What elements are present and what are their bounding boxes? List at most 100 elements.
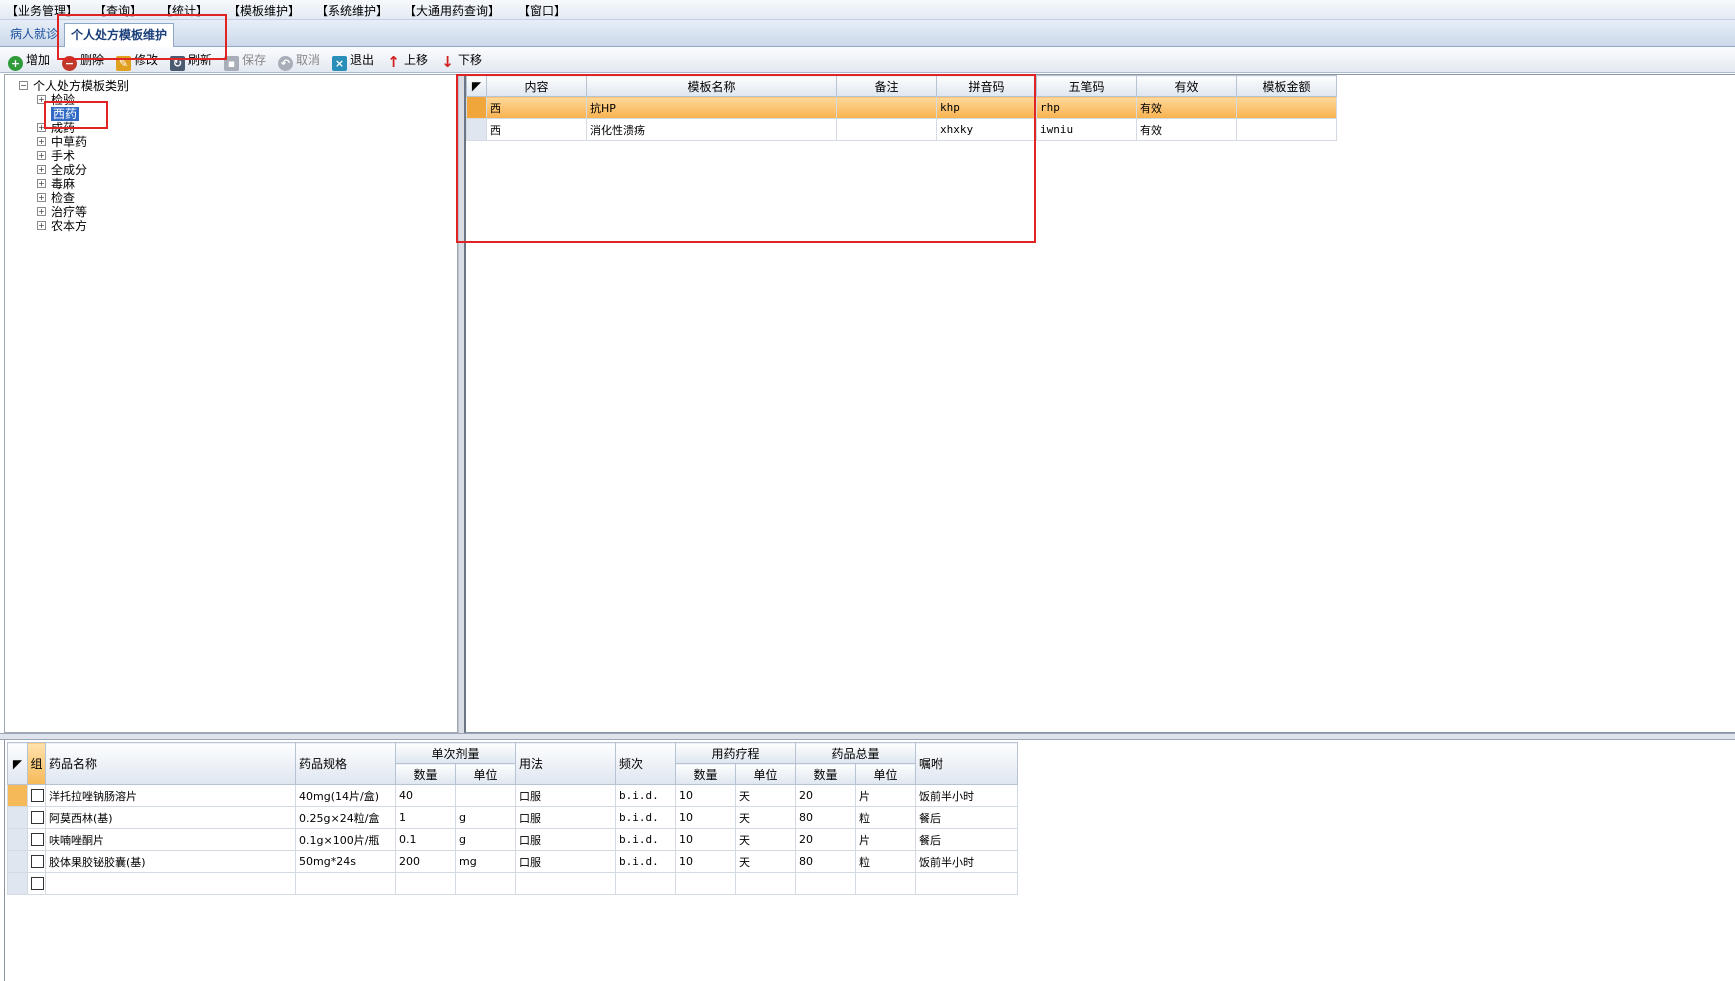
col-content[interactable]: 内容: [486, 75, 587, 97]
col-total[interactable]: 药品总量: [795, 742, 917, 764]
expand-icon[interactable]: +: [37, 165, 46, 174]
row-indicator[interactable]: [7, 872, 28, 895]
move-down-button[interactable]: ↓ 下移: [440, 51, 482, 71]
col-frequency[interactable]: 频次: [615, 742, 677, 785]
col-wubi[interactable]: 五笔码: [1036, 75, 1137, 97]
row-indicator[interactable]: [7, 784, 28, 807]
col-total-unit[interactable]: 单位: [855, 763, 917, 785]
arrow-up-icon: ↑: [387, 53, 400, 71]
drug-grid-panel: ◤ 组 药品名称 药品规格 单次剂量 用法 频次 用药疗程 药品总量 嘱咐 数量…: [4, 740, 1735, 981]
col-group[interactable]: 组: [27, 742, 46, 785]
table-row[interactable]: 洋托拉唑钠肠溶片 40mg(14片/盒) 40 口服 b.i.d. 10 天 2…: [7, 784, 1019, 807]
tree-item-lab[interactable]: 检验: [51, 93, 75, 107]
group-checkbox[interactable]: [27, 850, 46, 873]
expand-icon[interactable]: +: [37, 221, 46, 230]
tree-root[interactable]: 个人处方模板类别: [33, 79, 129, 93]
tree-item-western-medicine[interactable]: 西药: [51, 107, 80, 121]
menu-business[interactable]: 【业务管理】: [6, 2, 78, 19]
expand-icon[interactable]: +: [37, 207, 46, 216]
expand-icon[interactable]: +: [37, 123, 46, 132]
col-dose-unit[interactable]: 单位: [454, 763, 517, 785]
tab-personal-prescription-template[interactable]: 个人处方模板维护: [64, 23, 175, 47]
horizontal-splitter[interactable]: [0, 733, 1735, 740]
tree-item-nongben[interactable]: 农本方: [51, 219, 87, 233]
delete-icon: −: [62, 56, 77, 71]
row-indicator[interactable]: [466, 118, 487, 141]
col-drug-name[interactable]: 药品名称: [45, 742, 296, 785]
col-course-qty[interactable]: 数量: [675, 763, 737, 785]
tree-item-narcotics[interactable]: 毒麻: [51, 177, 75, 191]
col-single-dose[interactable]: 单次剂量: [394, 742, 517, 764]
grid-corner[interactable]: ◤: [466, 75, 487, 97]
arrow-down-icon: ↓: [441, 53, 454, 71]
row-indicator[interactable]: [466, 96, 487, 119]
move-up-button[interactable]: ↑ 上移: [386, 51, 428, 71]
row-indicator[interactable]: [7, 828, 28, 851]
save-button[interactable]: ▪ 保存: [224, 51, 266, 71]
group-checkbox[interactable]: [27, 828, 46, 851]
exit-icon: ×: [332, 56, 347, 71]
menu-bar: 【业务管理】 【查询】 【统计】 【模板维护】 【系统维护】 【大通用药查询】 …: [0, 0, 1735, 20]
table-row[interactable]: 西 消化性溃疡 xhxky iwniu 有效: [466, 118, 1337, 141]
col-usage[interactable]: 用法: [515, 742, 617, 785]
menu-template-maintenance[interactable]: 【模板维护】: [228, 2, 300, 19]
expand-icon[interactable]: +: [37, 151, 46, 160]
table-row[interactable]: 呋喃唑酮片 0.1g×100片/瓶 0.1 g 口服 b.i.d. 10 天 2…: [7, 828, 1019, 851]
toolbar: + 增加 − 删除 ✎ 修改 ↻ 刷新 ▪ 保存 ↶ 取消 × 退出 ↑ 上移 ↓ 下移: [0, 47, 1735, 73]
group-checkbox[interactable]: [27, 784, 46, 807]
delete-button[interactable]: − 删除: [62, 51, 104, 71]
expand-icon[interactable]: +: [37, 179, 46, 188]
menu-system-maintenance[interactable]: 【系统维护】: [316, 2, 388, 19]
menu-window[interactable]: 【窗口】: [518, 2, 566, 19]
category-tree-panel: − 个人处方模板类别 + 检验 西药 + 成药 + 中草药 + 手术 + 全成分…: [4, 74, 458, 733]
grid-corner[interactable]: ◤: [7, 742, 28, 785]
table-row[interactable]: 西 抗HP khp rhp 有效: [466, 96, 1337, 119]
edit-icon: ✎: [116, 56, 131, 71]
row-indicator[interactable]: [7, 806, 28, 829]
col-remark[interactable]: 备注: [836, 75, 937, 97]
drug-grid: ◤ 组 药品名称 药品规格 单次剂量 用法 频次 用药疗程 药品总量 嘱咐 数量…: [7, 742, 1019, 895]
tab-patient-visit[interactable]: 病人就诊: [4, 23, 64, 45]
tree-item-treatment[interactable]: 治疗等: [51, 205, 87, 219]
table-row-new[interactable]: [7, 872, 1019, 895]
exit-button[interactable]: × 退出: [332, 51, 374, 71]
col-amount[interactable]: 模板金额: [1236, 75, 1337, 97]
tree-item-patent-medicine[interactable]: 成药: [51, 121, 75, 135]
group-checkbox[interactable]: [27, 872, 46, 895]
expand-icon[interactable]: +: [37, 137, 46, 146]
add-button[interactable]: + 增加: [8, 51, 50, 71]
save-icon: ▪: [224, 56, 239, 71]
row-indicator[interactable]: [7, 850, 28, 873]
refresh-icon: ↻: [170, 56, 185, 71]
template-grid-panel: ◤ 内容 模板名称 备注 拼音码 五笔码 有效 模板金额 西 抗HP khp r…: [464, 74, 1735, 733]
cancel-button[interactable]: ↶ 取消: [278, 51, 320, 71]
template-grid: ◤ 内容 模板名称 备注 拼音码 五笔码 有效 模板金额 西 抗HP khp r…: [466, 75, 1337, 141]
menu-drug-query[interactable]: 【大通用药查询】: [404, 2, 500, 19]
tree-item-surgery[interactable]: 手术: [51, 149, 75, 163]
expand-icon[interactable]: +: [37, 193, 46, 202]
col-drug-spec[interactable]: 药品规格: [295, 742, 396, 785]
collapse-icon[interactable]: −: [19, 81, 28, 90]
table-row[interactable]: 阿莫西林(基) 0.25g×24粒/盒 1 g 口服 b.i.d. 10 天 8…: [7, 806, 1019, 829]
menu-query[interactable]: 【查询】: [94, 2, 142, 19]
undo-icon: ↶: [278, 56, 293, 71]
add-icon: +: [8, 56, 23, 71]
modify-button[interactable]: ✎ 修改: [116, 51, 158, 71]
col-valid[interactable]: 有效: [1136, 75, 1237, 97]
tree-item-herbal[interactable]: 中草药: [51, 135, 87, 149]
col-template-name[interactable]: 模板名称: [586, 75, 837, 97]
menu-statistics[interactable]: 【统计】: [160, 2, 208, 19]
group-checkbox[interactable]: [27, 806, 46, 829]
refresh-button[interactable]: ↻ 刷新: [170, 51, 212, 71]
table-row[interactable]: 胶体果胶铋胶囊(基) 50mg*24s 200 mg 口服 b.i.d. 10 …: [7, 850, 1019, 873]
col-course-unit[interactable]: 单位: [735, 763, 797, 785]
col-total-qty[interactable]: 数量: [795, 763, 857, 785]
col-course[interactable]: 用药疗程: [675, 742, 797, 764]
col-advice[interactable]: 嘱咐: [915, 742, 1019, 785]
col-dose-qty[interactable]: 数量: [395, 763, 456, 785]
tab-strip: 病人就诊 个人处方模板维护: [0, 20, 1735, 47]
col-pinyin[interactable]: 拼音码: [936, 75, 1037, 97]
tree-item-exam[interactable]: 检查: [51, 191, 75, 205]
tree-item-full-component[interactable]: 全成分: [51, 163, 87, 177]
expand-icon[interactable]: +: [37, 95, 46, 104]
